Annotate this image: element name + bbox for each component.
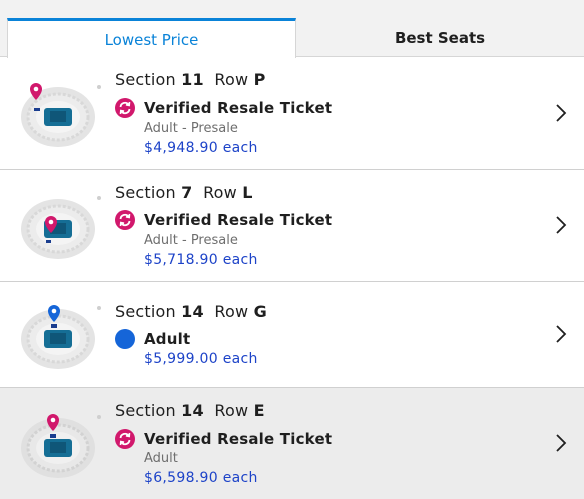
listing-row[interactable]: Section 14 Row G Adult $5,999.00 each [0, 282, 584, 388]
ticket-type: Verified Resale Ticket [144, 430, 333, 448]
ticket-subtitle: Adult - Presale [144, 233, 238, 248]
map-dot [97, 196, 101, 200]
ticket-type-line: Verified Resale Ticket [115, 429, 332, 449]
chevron-right-icon[interactable] [553, 215, 569, 235]
venue-map-icon [21, 305, 95, 369]
section-row-label: Section 14 Row E [115, 401, 265, 420]
section-row-label: Section 7 Row L [115, 183, 253, 202]
venue-map-icon [21, 199, 95, 259]
ticket-type-line: Adult [115, 329, 190, 349]
ticket-type: Adult [144, 330, 191, 348]
listing-row[interactable]: Section 11 Row P Verified Resale Ticket … [0, 57, 584, 170]
standard-ticket-dot-icon [115, 329, 135, 349]
ticket-price: $6,598.90 each [144, 470, 258, 486]
section-row-label: Section 11 Row P [115, 70, 266, 89]
listing-row[interactable]: Section 7 Row L Verified Resale Ticket A… [0, 170, 584, 282]
chevron-right-icon[interactable] [553, 433, 569, 453]
ticket-subtitle: Adult [144, 451, 178, 466]
chevron-right-icon[interactable] [553, 103, 569, 123]
ticket-type: Verified Resale Ticket [144, 211, 333, 229]
sort-tabs: Lowest Price Best Seats [0, 0, 584, 58]
chevron-right-icon[interactable] [553, 324, 569, 344]
resale-icon [115, 210, 135, 230]
map-dot [97, 415, 101, 419]
ticket-type-line: Verified Resale Ticket [115, 98, 332, 118]
ticket-price: $5,999.00 each [144, 351, 258, 367]
ticket-subtitle: Adult - Presale [144, 121, 238, 136]
ticket-type: Verified Resale Ticket [144, 99, 333, 117]
section-row-label: Section 14 Row G [115, 302, 267, 321]
map-dot [97, 306, 101, 310]
resale-icon [115, 98, 135, 118]
map-dot [97, 85, 101, 89]
resale-icon [115, 429, 135, 449]
ticket-price: $4,948.90 each [144, 140, 258, 156]
tab-lowest-price[interactable]: Lowest Price [7, 18, 296, 58]
ticket-price: $5,718.90 each [144, 252, 258, 268]
listing-row-selected[interactable]: Section 14 Row E Verified Resale Ticket … [0, 388, 584, 499]
ticket-type-line: Verified Resale Ticket [115, 210, 332, 230]
venue-map-icon [21, 414, 95, 478]
tab-best-seats[interactable]: Best Seats [296, 18, 584, 57]
venue-map-icon [21, 83, 95, 147]
